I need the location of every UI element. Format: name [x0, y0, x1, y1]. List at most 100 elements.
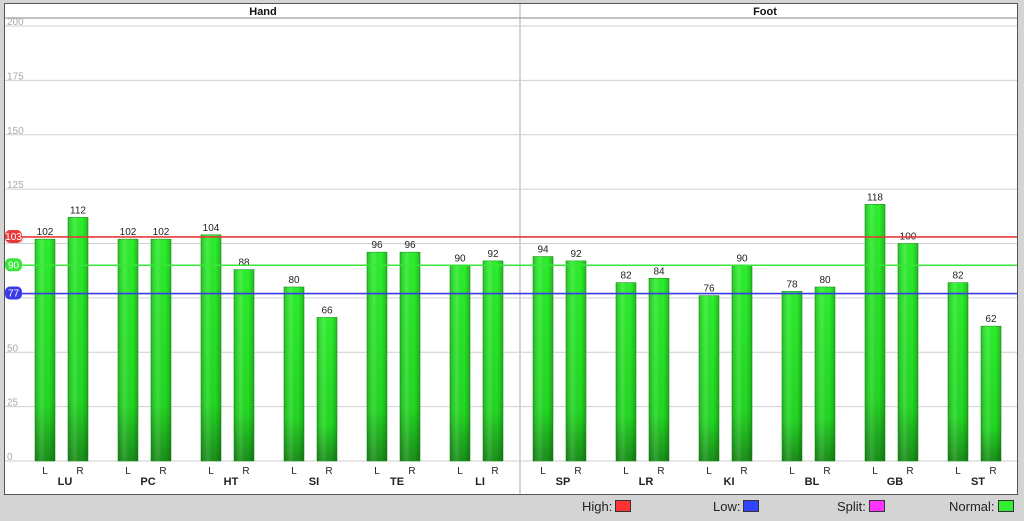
side-label-l: L [540, 466, 546, 477]
group-header-hand: Hand [249, 6, 277, 18]
bar-shade [234, 269, 254, 461]
ref-value-high: 103 [5, 232, 22, 243]
data-label: 96 [371, 240, 383, 251]
side-label-l: L [42, 466, 48, 477]
side-label-r: R [325, 466, 332, 477]
bar-shade [483, 260, 503, 461]
legend-high-label: High: [582, 498, 613, 514]
bar-shade [782, 291, 802, 461]
bar-shade [815, 287, 835, 461]
legend-split-swatch [868, 500, 885, 512]
ref-value-low: 77 [8, 289, 20, 300]
ref-value-normal: 90 [8, 260, 20, 271]
y-tick-label: 150 [7, 126, 24, 137]
y-tick-label: 0 [7, 452, 13, 463]
side-label-r: R [159, 466, 166, 477]
bar-shade [865, 204, 885, 461]
bar-shade [616, 282, 636, 461]
data-label: 66 [321, 305, 333, 316]
category-label-li: LI [475, 476, 485, 488]
legend-split-label: Split: [837, 498, 866, 514]
category-label-ht: HT [224, 476, 239, 488]
bar-shade [948, 282, 968, 461]
bar-shade [118, 239, 138, 461]
bar-shade [898, 243, 918, 461]
side-label-l: L [789, 466, 795, 477]
bar-shade [566, 260, 586, 461]
bar-shade [317, 317, 337, 461]
side-label-l: L [125, 466, 131, 477]
side-label-l: L [706, 466, 712, 477]
data-label: 82 [952, 271, 964, 282]
bar-shade [649, 278, 669, 461]
data-label: 80 [288, 275, 300, 286]
data-label: 80 [819, 275, 831, 286]
category-label-te: TE [390, 476, 404, 488]
side-label-l: L [208, 466, 214, 477]
side-label-r: R [657, 466, 664, 477]
data-label: 92 [487, 249, 499, 260]
bar-shade [533, 256, 553, 461]
category-label-st: ST [971, 476, 985, 488]
y-tick-label: 50 [7, 343, 19, 354]
side-label-r: R [574, 466, 581, 477]
bar-shade [400, 252, 420, 461]
category-label-lu: LU [58, 476, 73, 488]
bar-shade [35, 239, 55, 461]
bar-shade [699, 295, 719, 461]
legend-high: High: [582, 498, 632, 514]
legend-normal-swatch [997, 500, 1014, 512]
data-label: 96 [404, 240, 416, 251]
chart-frame: HandFoot0255075100125150175200102L112RLU… [4, 3, 1018, 495]
data-label: 104 [203, 223, 220, 234]
bar-shade [367, 252, 387, 461]
y-tick-label: 200 [7, 17, 24, 28]
data-label: 90 [454, 253, 466, 264]
data-label: 84 [653, 266, 665, 277]
side-label-l: L [291, 466, 297, 477]
y-tick-label: 125 [7, 180, 24, 191]
side-label-l: L [872, 466, 878, 477]
data-label: 118 [867, 192, 883, 203]
side-label-r: R [242, 466, 249, 477]
data-label: 94 [537, 245, 549, 256]
data-label: 90 [736, 253, 748, 264]
category-label-ki: KI [724, 476, 735, 488]
bar-shade [68, 217, 88, 461]
legend-high-swatch [615, 500, 632, 512]
legend-low: Low: [713, 498, 760, 514]
legend-normal: Normal: [949, 498, 1014, 514]
side-label-l: L [955, 466, 961, 477]
category-label-lr: LR [639, 476, 654, 488]
bar-shade [732, 265, 752, 461]
side-label-r: R [76, 466, 83, 477]
data-label: 88 [238, 258, 250, 269]
side-label-r: R [408, 466, 415, 477]
category-label-bl: BL [805, 476, 820, 488]
side-label-r: R [740, 466, 747, 477]
bar-shade [151, 239, 171, 461]
legend-low-label: Low: [713, 498, 741, 514]
side-label-r: R [989, 466, 996, 477]
category-label-sp: SP [556, 476, 571, 488]
group-header-row [5, 4, 1017, 18]
side-label-l: L [623, 466, 629, 477]
data-label: 82 [620, 271, 632, 282]
y-tick-label: 175 [7, 71, 24, 82]
data-label: 78 [786, 279, 798, 290]
legend-split: Split: [837, 498, 885, 514]
bar-shade [450, 265, 470, 461]
side-label-l: L [457, 466, 463, 477]
bar-shade [284, 287, 304, 461]
data-label: 92 [570, 249, 582, 260]
legend-normal-label: Normal: [949, 498, 995, 514]
bar-chart: HandFoot0255075100125150175200102L112RLU… [5, 4, 1017, 494]
data-label: 62 [985, 314, 997, 325]
category-label-gb: GB [887, 476, 904, 488]
category-label-pc: PC [140, 476, 155, 488]
side-label-l: L [374, 466, 380, 477]
bar-shade [981, 326, 1001, 461]
side-label-r: R [906, 466, 913, 477]
group-header-foot: Foot [753, 6, 777, 18]
side-label-r: R [491, 466, 498, 477]
